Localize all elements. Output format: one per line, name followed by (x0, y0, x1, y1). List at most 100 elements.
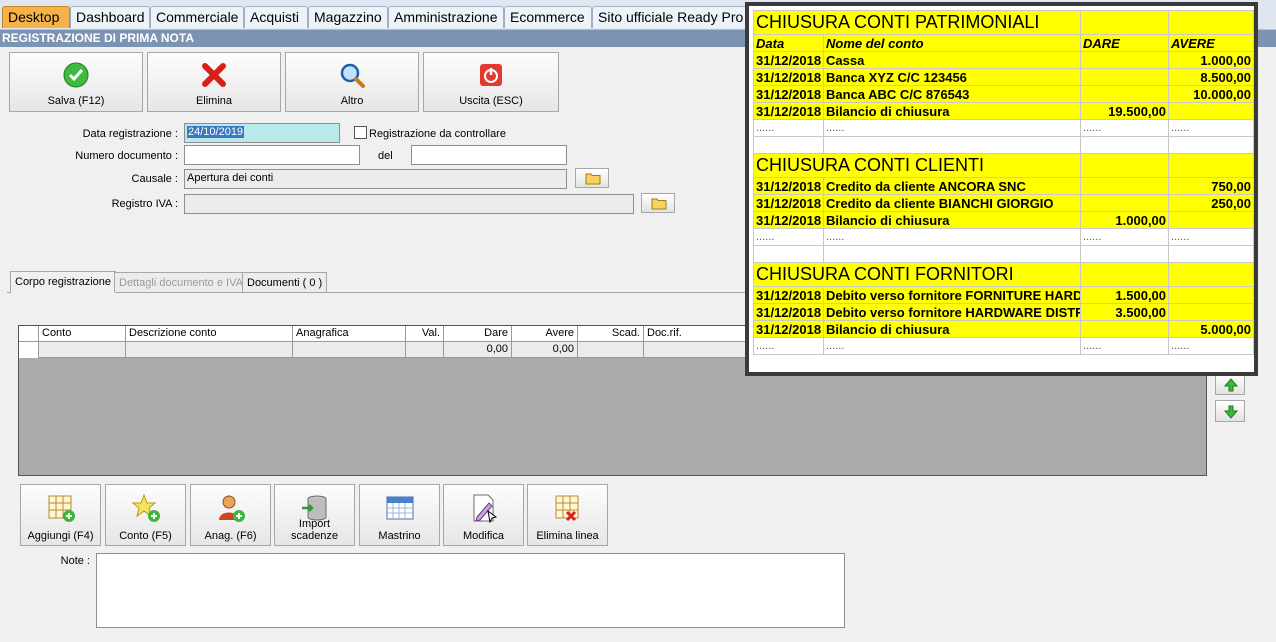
tab-acquisti[interactable]: Acquisti (244, 6, 308, 28)
column-header: Data (753, 34, 824, 52)
iva-input[interactable] (184, 194, 634, 214)
exit-button[interactable]: Uscita (ESC) (423, 52, 559, 112)
date-value: 24/10/2019 (187, 126, 245, 138)
row-avere (1168, 102, 1255, 120)
table-row: 31/12/2018 Banca XYZ C/C 123456 8.500,00 (753, 68, 1255, 86)
check-box[interactable] (354, 126, 367, 139)
spacer-row (753, 245, 1255, 263)
column-header-row: Data Nome del conto DARE AVERE (753, 34, 1255, 52)
tab-ecommerce[interactable]: Ecommerce (504, 6, 592, 28)
row-avere[interactable]: 0,00 (512, 342, 578, 358)
grid-header-descrizione[interactable]: Descrizione conto (126, 326, 293, 342)
tab-amministrazione[interactable]: Amministrazione (388, 6, 504, 28)
row-avere: 1.000,00 (1168, 51, 1255, 69)
save-label: Salva (F12) (47, 95, 105, 107)
row-scad[interactable] (578, 342, 644, 358)
grid-header-scad[interactable]: Scad. (578, 326, 644, 342)
date-label: Data registrazione : (82, 128, 178, 140)
ledger-label: Mastrino (378, 530, 421, 542)
row-docrif[interactable] (644, 342, 759, 358)
placeholder-dots: ...... (1168, 228, 1255, 246)
tab-dashboard[interactable]: Dashboard (70, 6, 150, 28)
registry-button[interactable]: Anag. (F6) (190, 484, 271, 546)
tab-magazzino[interactable]: Magazzino (308, 6, 388, 28)
row-avere (1168, 211, 1255, 229)
empty-cell (1080, 245, 1170, 263)
grid-header-anagrafica[interactable]: Anagrafica (293, 326, 406, 342)
add-line-button[interactable]: Aggiungi (F4) (20, 484, 101, 546)
grid-header-docrif[interactable]: Doc.rif. (644, 326, 759, 342)
row-date: 31/12/2018 (753, 85, 824, 103)
row-dare[interactable]: 0,00 (444, 342, 512, 358)
table-row: 31/12/2018 Bilancio di chiusura 5.000,00 (753, 320, 1255, 338)
row-avere: 750,00 (1168, 177, 1255, 195)
document-edit-icon (473, 494, 497, 523)
row-account: Cassa (822, 51, 1082, 69)
notes-textarea[interactable] (96, 553, 845, 628)
del-input[interactable] (411, 145, 567, 165)
closing-accounts-overlay: CHIUSURA CONTI PATRIMONIALI Data Nome del … (745, 2, 1258, 376)
row-selector[interactable] (19, 342, 39, 358)
tab-dettagli-documento[interactable]: Dettagli documento e IVA (114, 272, 248, 292)
other-button[interactable]: Altro (285, 52, 419, 112)
star-add-icon (131, 493, 160, 522)
row-dare (1080, 177, 1170, 195)
table-row[interactable]: 0,00 0,00 (19, 342, 759, 358)
move-up-button[interactable] (1215, 373, 1245, 395)
import-deadlines-label: Import scadenze (290, 518, 339, 542)
empty-cell (753, 136, 824, 154)
row-account: Bilancio di chiusura (822, 102, 1082, 120)
table-row: 31/12/2018 Bilancio di chiusura 1.000,00 (753, 211, 1255, 229)
table-row: 31/12/2018 Credito da cliente BIANCHI GIO… (753, 194, 1255, 212)
grid-header-avere[interactable]: Avere (512, 326, 578, 342)
placeholder-dots: ...... (1168, 337, 1255, 355)
empty-cell (822, 245, 1082, 263)
ledger-button[interactable]: Mastrino (359, 484, 440, 546)
empty-cell (1168, 245, 1255, 263)
row-dare: 1.500,00 (1080, 286, 1170, 304)
empty-cell (753, 245, 824, 263)
placeholder-dots: ...... (1080, 228, 1170, 246)
import-deadlines-button[interactable]: Import scadenze (274, 484, 355, 546)
account-button[interactable]: Conto (F5) (105, 484, 186, 546)
row-date: 31/12/2018 (753, 303, 824, 321)
grid-header-conto[interactable]: Conto (39, 326, 126, 342)
tab-sito-ufficiale[interactable]: Sito ufficiale Ready Pro (592, 6, 752, 28)
row-anagrafica[interactable] (293, 342, 406, 358)
date-input[interactable]: 24/10/2019 (184, 123, 340, 143)
tab-commerciale[interactable]: Commerciale (150, 6, 244, 28)
docnum-label: Numero documento : (75, 150, 178, 162)
move-down-button[interactable] (1215, 400, 1245, 422)
row-account: Bilancio di chiusura (822, 320, 1082, 338)
grid-add-icon (48, 495, 75, 522)
empty-cell (1080, 262, 1170, 287)
row-dare (1080, 51, 1170, 69)
tab-desktop[interactable]: Desktop (2, 6, 70, 28)
docnum-input[interactable] (184, 145, 360, 165)
causale-input[interactable]: Apertura dei conti (184, 169, 567, 189)
grid-header-dare[interactable]: Dare (444, 326, 512, 342)
edit-button[interactable]: Modifica (443, 484, 524, 546)
row-conto[interactable] (39, 342, 126, 358)
add-line-label: Aggiungi (F4) (27, 530, 94, 542)
save-button[interactable]: Salva (F12) (9, 52, 143, 112)
causale-folder-button[interactable] (575, 168, 609, 188)
tab-documenti[interactable]: Documenti ( 0 ) (242, 272, 328, 292)
tab-corpo-registrazione[interactable]: Corpo registrazione (10, 271, 116, 293)
placeholder-dots: ...... (753, 119, 824, 137)
row-descrizione[interactable] (126, 342, 293, 358)
grid-header-cell (19, 326, 39, 342)
iva-folder-button[interactable] (641, 193, 675, 213)
row-date: 31/12/2018 (753, 320, 824, 338)
grid-header-val[interactable]: Val. (406, 326, 444, 342)
delete-line-button[interactable]: Elimina linea (527, 484, 608, 546)
delete-button[interactable]: Elimina (147, 52, 281, 112)
row-dare (1080, 85, 1170, 103)
column-header: Nome del conto (822, 34, 1082, 52)
row-date: 31/12/2018 (753, 102, 824, 120)
empty-cell (1080, 10, 1170, 35)
check-label: Registrazione da controllare (369, 128, 506, 140)
row-val[interactable] (406, 342, 444, 358)
row-date: 31/12/2018 (753, 68, 824, 86)
arrow-up-icon (1224, 378, 1238, 392)
